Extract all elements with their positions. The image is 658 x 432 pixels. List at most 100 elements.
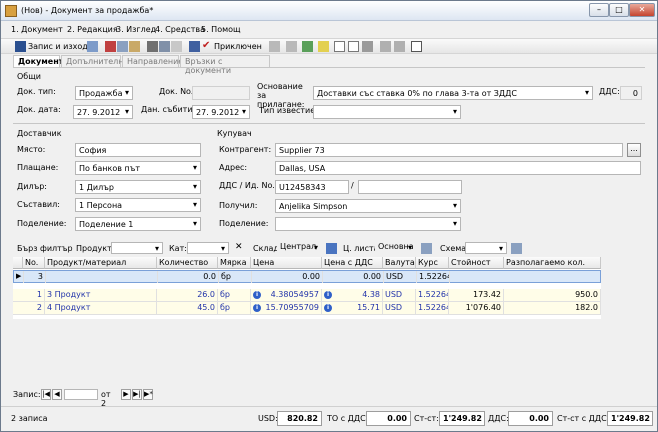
cell-unit[interactable]: бр [219,271,252,283]
cell-no[interactable]: 2 [23,302,45,314]
tax-event-picker[interactable]: 27. 9.2012 [192,105,250,119]
cell-available[interactable]: 182.0 [504,302,601,314]
cell-currency[interactable]: USD [384,271,417,283]
place-field[interactable]: София [75,143,201,157]
col-currency[interactable]: Валута [383,257,416,269]
col-value[interactable]: Стойност [449,257,504,269]
cell-rate[interactable]: 1.52264 [416,302,449,314]
receiver-select[interactable]: Anjelika Simpson [275,199,461,213]
id-number-field[interactable] [358,180,462,194]
col-unit[interactable]: Мярка [218,257,251,269]
cell-price[interactable]: 15.70955709 [263,302,322,314]
warehouse-select[interactable]: Централ [277,242,321,254]
maximize-button[interactable]: □ [609,3,629,17]
cell-qty[interactable]: 0.0 [158,271,219,283]
cell-value[interactable]: 1'076.40 [449,302,504,314]
cell-qty[interactable]: 45.0 [157,302,218,314]
cell-price-vat[interactable]: 0.00 [323,271,384,283]
cell-price[interactable]: 0.00 [252,271,323,283]
cell-price-vat[interactable]: 4.38 [334,289,383,301]
record-number-input[interactable] [64,389,98,400]
menu-edit[interactable]: 2. Редакция [67,25,118,34]
next-record-button[interactable]: ▶ [121,389,131,400]
warehouse-icon[interactable] [326,243,337,254]
clear-filter-icon[interactable]: ✕ [235,242,243,252]
save-icon[interactable] [15,41,26,52]
tab-additional[interactable]: Допълнителни [61,55,129,67]
cell-unit[interactable]: бр [218,289,251,301]
doc-type-select[interactable]: Продажба [75,86,133,100]
copy-icon[interactable] [117,41,128,52]
table-row-new[interactable]: ▶ 3 0.0 бр 0.00 0.00 USD 1.52264 [13,270,601,283]
notice-type-select[interactable] [313,105,461,119]
import-icon[interactable] [302,41,313,52]
cell-rate[interactable]: 1.52264 [416,289,449,301]
cell-unit[interactable]: бр [218,302,251,314]
cell-value[interactable]: 173.42 [449,289,504,301]
dealer-select[interactable]: 1 Дилър [75,180,201,194]
menu-view[interactable]: 3. Изглед [116,25,156,34]
close-button[interactable]: ✕ [629,3,655,17]
cell-qty[interactable]: 26.0 [157,289,218,301]
undo-icon[interactable] [269,41,280,52]
help-icon[interactable] [411,41,422,52]
edit-icon[interactable] [87,41,98,52]
filter-icon[interactable] [362,41,373,52]
address-field[interactable]: Dallas, USA [275,161,641,175]
author-select[interactable]: 1 Персона [75,198,201,212]
buyer-division-select[interactable] [275,217,461,231]
basis-select[interactable]: Доставки със ставка 0% по глава 3-та от … [313,86,593,100]
contragent-browse-button[interactable]: ... [627,143,641,157]
doc-no-field[interactable] [192,86,250,100]
tab-document[interactable]: Документ [13,55,63,67]
cell-currency[interactable]: USD [383,302,416,314]
scheme-icon[interactable] [511,243,522,254]
menu-help[interactable]: 5. Помощ [201,25,241,34]
pricelist-icon[interactable] [421,243,432,254]
arrow-up-icon[interactable] [380,41,391,52]
folder-icon[interactable] [318,41,329,52]
cell-price[interactable]: 4.38054957 [263,289,322,301]
attach-icon[interactable] [286,41,297,52]
scheme-select[interactable] [465,242,507,254]
col-price-vat[interactable]: Цена с ДДС [322,257,383,269]
category-filter-select[interactable] [187,242,229,254]
cell-currency[interactable]: USD [383,289,416,301]
last-record-button[interactable]: ▶| [132,389,142,400]
col-available[interactable]: Разполагаемо кол. [504,257,601,269]
arrow-down-icon[interactable] [394,41,405,52]
table-row[interactable]: 2 4 Продукт 45.0 бр i 15.70955709 i 15.7… [13,302,601,315]
cell-available[interactable]: 950.0 [504,289,601,301]
doc-date-picker[interactable]: 27. 9.2012 [73,105,133,119]
supplier-division-select[interactable]: Поделение 1 [75,217,201,231]
menu-document[interactable]: 1. Документ [11,25,63,34]
col-quantity[interactable]: Количество [157,257,218,269]
paste-icon[interactable] [129,41,140,52]
cell-product[interactable] [46,271,158,283]
cell-product[interactable]: 4 Продукт [45,302,157,314]
new-record-button[interactable]: ▶* [143,389,153,400]
menu-tools[interactable]: 4. Средства [155,25,205,34]
price-info-icon[interactable]: i [253,304,261,312]
cut-icon[interactable] [105,41,116,52]
document-icon[interactable] [189,41,200,52]
price-info-icon[interactable]: i [253,291,261,299]
product-filter-select[interactable] [111,242,163,254]
tab-direction[interactable]: Направление [122,55,183,67]
new-page-icon[interactable] [334,41,345,52]
col-no[interactable]: No. [23,257,45,269]
price-vat-info-icon[interactable]: i [324,304,332,312]
save-close-button[interactable]: Запис и изход [28,42,88,51]
cell-rate[interactable]: 1.52264 [417,271,450,283]
prev-record-button[interactable]: ◀ [52,389,62,400]
payment-select[interactable]: По банков път [75,161,201,175]
cell-product[interactable]: 3 Продукт [45,289,157,301]
table-row[interactable]: 1 3 Продукт 26.0 бр i 4.38054957 i 4.38 … [13,289,601,302]
tab-document-links[interactable]: Връзки с документи [180,55,270,75]
minimize-button[interactable]: – [589,3,609,17]
cell-no[interactable]: 3 [24,271,46,283]
print-icon[interactable] [147,41,158,52]
post-button[interactable]: Приключен [214,42,262,51]
cell-no[interactable]: 1 [23,289,45,301]
pricelist-select[interactable]: Основна [375,242,415,254]
